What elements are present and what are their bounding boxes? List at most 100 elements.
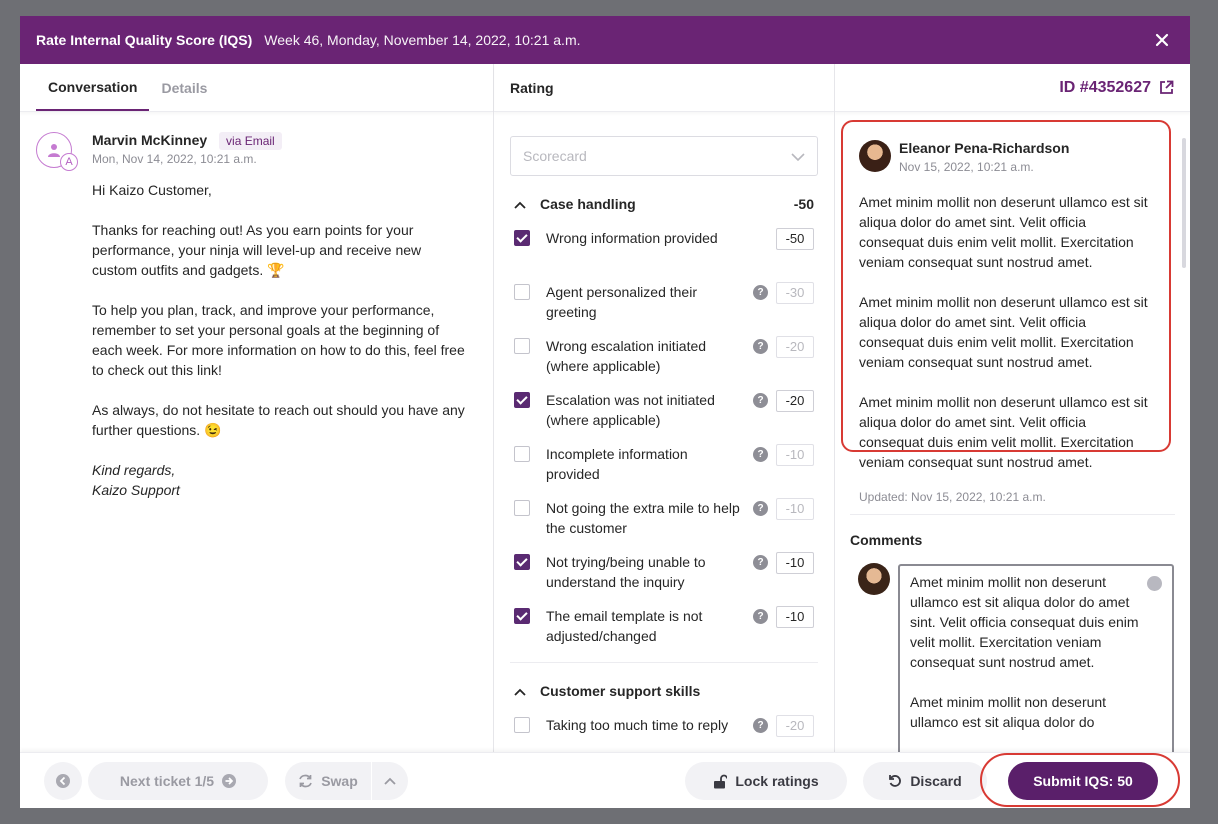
section-divider: [510, 662, 818, 663]
chevron-down-icon: [791, 148, 805, 164]
help-icon[interactable]: ?: [753, 609, 768, 624]
criterion-row: Taking too much time to reply? -20: [494, 715, 834, 752]
lock-icon: [713, 774, 728, 789]
criterion-points[interactable]: -10: [776, 552, 814, 574]
help-icon[interactable]: ?: [753, 339, 768, 354]
message-date: Mon, Nov 14, 2022, 10:21 a.m.: [92, 152, 257, 166]
criterion-row: Escalation was not initiated (where appl…: [494, 390, 834, 430]
help-icon[interactable]: ?: [753, 393, 768, 408]
help-icon[interactable]: ?: [753, 285, 768, 300]
lock-ratings-label: Lock ratings: [735, 773, 819, 789]
criterion-checkbox[interactable]: [514, 392, 530, 408]
criterion-checkbox[interactable]: [514, 717, 530, 733]
criterion-points[interactable]: -10: [776, 606, 814, 628]
criterion-points[interactable]: -20: [776, 336, 814, 358]
agent-badge: A: [60, 153, 78, 171]
criterion-row: Not going the extra mile to help the cus…: [494, 498, 834, 538]
swap-options-button[interactable]: [372, 762, 408, 800]
next-ticket-label: Next ticket 1/5: [119, 773, 215, 789]
lock-ratings-button[interactable]: Lock ratings: [685, 762, 847, 800]
scrollbar[interactable]: [1182, 138, 1186, 268]
criterion-row: Agent personalized their greeting? -30: [494, 282, 834, 322]
help-icon[interactable]: ?: [753, 718, 768, 733]
criterion-points[interactable]: -10: [776, 498, 814, 520]
note-date: Nov 15, 2022, 10:21 a.m.: [899, 160, 1034, 174]
ticket-id-bar: ID #4352627: [835, 64, 1190, 112]
chevron-up-icon[interactable]: [514, 683, 526, 699]
scorecard-placeholder: Scorecard: [523, 148, 587, 164]
comment-paragraph: Amet minim mollit non deserunt ullamco e…: [910, 694, 1107, 730]
modal-title: Rate Internal Quality Score (IQS): [36, 32, 253, 48]
criterion-points[interactable]: -30: [776, 282, 814, 304]
criterion-checkbox[interactable]: [514, 230, 530, 246]
discard-button[interactable]: Discard: [863, 762, 987, 800]
external-link-icon[interactable]: [1159, 80, 1174, 95]
criterion-points[interactable]: -20: [776, 390, 814, 412]
rating-title: Rating: [494, 64, 834, 112]
avatar: [859, 140, 891, 172]
criterion-label: Wrong escalation initiated (where applic…: [546, 338, 707, 374]
submit-iqs-button[interactable]: Submit IQS: 50: [1008, 762, 1158, 800]
section-name: Case handling: [540, 196, 636, 212]
criterion-checkbox[interactable]: [514, 284, 530, 300]
message-author: Marvin McKinney: [92, 132, 208, 148]
next-ticket-button[interactable]: Next ticket 1/5: [88, 762, 268, 800]
criterion-points[interactable]: -20: [776, 715, 814, 737]
message-paragraph: As always, do not hesitate to reach out …: [92, 402, 465, 438]
swap-button[interactable]: Swap: [285, 762, 371, 800]
tab-conversation[interactable]: Conversation: [36, 64, 150, 111]
section-header[interactable]: Case handling -50: [494, 194, 834, 214]
comments-label: Comments: [850, 532, 923, 548]
note-paragraph: Amet minim mollit non deserunt ullamco e…: [859, 294, 1148, 370]
swap-icon: [298, 774, 313, 788]
footer-bar: Next ticket 1/5 Swap Lock ratings Discar…: [20, 752, 1190, 808]
signoff-line: Kind regards,: [92, 462, 176, 478]
rating-panel: Rating Scorecard Case handling -50 Wrong…: [494, 64, 835, 752]
chevron-up-icon[interactable]: [514, 196, 526, 212]
criterion-checkbox[interactable]: [514, 446, 530, 462]
notes-panel: ID #4352627 Eleanor Pena-Richardson Nov …: [835, 64, 1190, 752]
criterion-label: Not trying/being unable to understand th…: [546, 554, 706, 590]
avatar: [858, 563, 890, 595]
iqs-modal: Rate Internal Quality Score (IQS) Week 4…: [20, 16, 1190, 808]
note-text: Amet minim mollit non deserunt ullamco e…: [859, 192, 1153, 472]
criterion-label: Wrong information provided: [546, 230, 718, 246]
conversation-panel: Conversation Details A Marvin McKinney v…: [20, 64, 494, 752]
discard-label: Discard: [910, 773, 962, 789]
comment-paragraph: Amet minim mollit non deserunt ullamco e…: [910, 574, 1139, 670]
criterion-points[interactable]: -10: [776, 444, 814, 466]
scorecard-select[interactable]: Scorecard: [510, 136, 818, 176]
message-paragraph: Hi Kaizo Customer,: [92, 182, 212, 198]
divider: [850, 514, 1175, 515]
swap-label: Swap: [321, 773, 358, 789]
criterion-label: Agent personalized their greeting: [546, 284, 697, 320]
criterion-checkbox[interactable]: [514, 500, 530, 516]
conversation-tabs: Conversation Details: [20, 64, 493, 112]
criterion-checkbox[interactable]: [514, 338, 530, 354]
criterion-points[interactable]: -50: [776, 228, 814, 250]
criterion-row: Not trying/being unable to understand th…: [494, 552, 834, 592]
help-icon[interactable]: ?: [753, 555, 768, 570]
section-name: Customer support skills: [540, 683, 701, 699]
criterion-checkbox[interactable]: [514, 608, 530, 624]
modal-subtitle: Week 46, Monday, November 14, 2022, 10:2…: [264, 32, 581, 48]
message-body: Hi Kaizo Customer, Thanks for reaching o…: [92, 180, 468, 500]
close-icon[interactable]: [1150, 28, 1174, 52]
tab-details[interactable]: Details: [149, 64, 219, 111]
help-icon[interactable]: ?: [753, 447, 768, 462]
note-paragraph: Amet minim mollit non deserunt ullamco e…: [859, 394, 1148, 470]
modal-header: Rate Internal Quality Score (IQS) Week 4…: [20, 16, 1190, 64]
arrow-right-icon: [222, 774, 237, 788]
comment-input[interactable]: Amet minim mollit non deserunt ullamco e…: [898, 564, 1174, 752]
previous-ticket-button[interactable]: [44, 762, 82, 800]
help-icon[interactable]: ?: [753, 501, 768, 516]
note-updated: Updated: Nov 15, 2022, 10:21 a.m.: [859, 490, 1046, 504]
section-header[interactable]: Customer support skills: [494, 681, 834, 701]
message-paragraph: Thanks for reaching out! As you earn poi…: [92, 222, 422, 278]
criterion-checkbox[interactable]: [514, 554, 530, 570]
ticket-id[interactable]: ID #4352627: [1059, 79, 1151, 97]
emoji-icon[interactable]: [1147, 576, 1162, 591]
section-score: -50: [793, 196, 814, 212]
criterion-label: Escalation was not initiated (where appl…: [546, 392, 715, 428]
message: A Marvin McKinney via Email Mon, Nov 14,…: [20, 112, 493, 500]
